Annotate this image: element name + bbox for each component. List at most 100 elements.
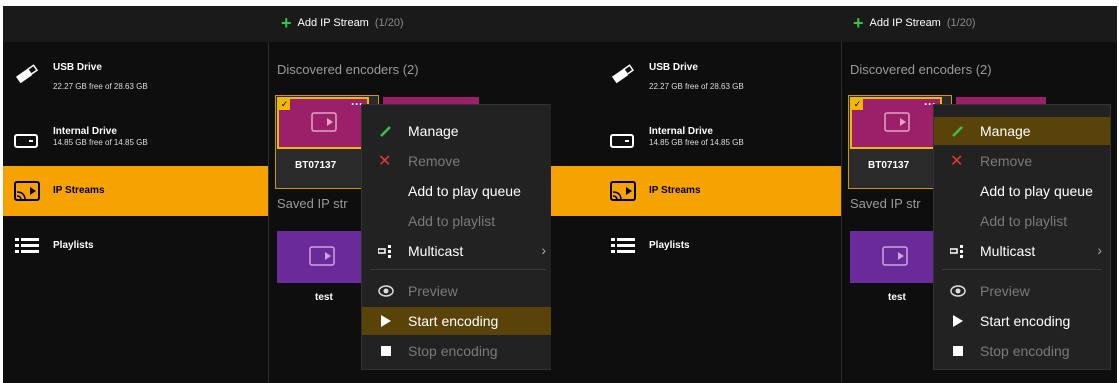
close-icon: ✕ [950, 153, 964, 170]
menu-item-manage[interactable]: Manage [362, 117, 554, 145]
hard-drive-icon [610, 134, 634, 148]
section-saved-streams: Saved IP str [277, 196, 348, 211]
sidebar-item-playlists[interactable]: Playlists [3, 232, 268, 262]
sidebar-item-internal[interactable]: Internal Drive 14.85 GB free of 14.85 GB [551, 116, 816, 156]
chevron-right-icon: › [541, 242, 546, 258]
top-bar: + Add IP Stream (1/20) [551, 6, 1117, 42]
menu-label: Manage [980, 123, 1031, 139]
section-discovered-encoders: Discovered encoders (2) [277, 62, 419, 77]
menu-label: Add to play queue [408, 183, 521, 199]
eye-icon [378, 285, 394, 297]
menu-label: Remove [980, 153, 1033, 169]
encoder-name: BT07137 [868, 160, 910, 171]
top-bar: + Add IP Stream (1/20) [3, 6, 569, 42]
menu-item-stop-encoding[interactable]: Stop encoding [934, 337, 1110, 365]
menu-item-add-to-playlist[interactable]: Add to playlist [362, 207, 554, 235]
menu-separator [942, 269, 1102, 270]
encoder-checkbox[interactable]: ✓ [279, 99, 290, 110]
menu-item-multicast[interactable]: Multicast › [934, 237, 1110, 265]
play-icon [953, 315, 963, 327]
sidebar: USB Drive 22.27 GB free of 28.63 GB Inte… [3, 42, 268, 383]
context-menu: Manage ✕ Remove Add to play queue Add to… [933, 104, 1111, 370]
sidebar-item-usb[interactable]: USB Drive 22.27 GB free of 28.63 GB [3, 52, 268, 102]
stop-icon [953, 346, 963, 356]
menu-label: Stop encoding [980, 343, 1070, 359]
stream-thumbnail-icon [311, 112, 337, 132]
stream-count: (1/20) [946, 17, 976, 29]
saved-stream-name: test [888, 292, 906, 303]
sidebar-item-label: USB Drive [53, 62, 102, 73]
menu-item-manage[interactable]: Manage [934, 117, 1110, 145]
stream-thumbnail-icon [882, 246, 908, 266]
menu-item-remove[interactable]: ✕ Remove [362, 147, 554, 175]
menu-item-multicast[interactable]: Multicast › [362, 237, 554, 265]
menu-item-start-encoding[interactable]: Start encoding [934, 307, 1110, 335]
usb-free-space: 22.27 GB free of 28.63 GB [53, 82, 148, 91]
menu-label: Preview [408, 283, 458, 299]
close-icon: ✕ [378, 153, 392, 170]
plus-icon: + [281, 13, 292, 33]
plus-icon: + [853, 13, 864, 33]
sidebar-item-ip-streams[interactable]: IP Streams [3, 166, 268, 216]
stop-icon [381, 346, 391, 356]
menu-item-start-encoding[interactable]: Start encoding [362, 307, 554, 335]
stream-count: (1/20) [374, 17, 404, 29]
encoder-checkbox[interactable]: ✓ [852, 99, 863, 110]
sidebar-item-playlists[interactable]: Playlists [551, 232, 816, 262]
stream-thumbnail-icon [884, 112, 910, 132]
internal-free-space: 14.85 GB free of 14.85 GB [53, 138, 148, 147]
sidebar-item-label: Playlists [53, 240, 94, 251]
menu-item-remove[interactable]: ✕ Remove [934, 147, 1110, 175]
menu-label: Multicast [980, 243, 1036, 259]
playlist-icon [15, 238, 39, 253]
saved-stream-name: test [315, 292, 333, 303]
usb-icon [15, 64, 39, 84]
saved-stream-tile[interactable] [850, 231, 942, 283]
menu-label: Start encoding [408, 313, 499, 329]
menu-item-stop-encoding[interactable]: Stop encoding [362, 337, 554, 365]
playlist-icon [611, 238, 635, 253]
encoder-name: BT07137 [295, 160, 337, 171]
usb-free-space: 22.27 GB free of 28.63 GB [649, 82, 744, 91]
pencil-icon [380, 126, 391, 137]
stream-thumbnail-icon [309, 246, 335, 266]
menu-label: Preview [980, 283, 1030, 299]
sidebar-item-internal[interactable]: Internal Drive 14.85 GB free of 14.85 GB [3, 116, 268, 156]
chevron-right-icon: › [1097, 242, 1102, 258]
sidebar-item-label: IP Streams [53, 185, 105, 196]
menu-item-add-to-playlist[interactable]: Add to playlist [934, 207, 1110, 235]
menu-item-preview[interactable]: Preview [934, 277, 1110, 305]
sidebar-item-label: IP Streams [649, 185, 701, 196]
menu-item-preview[interactable]: Preview [362, 277, 554, 305]
add-ip-stream-label: Add IP Stream [869, 17, 941, 29]
ip-stream-icon [610, 181, 636, 201]
add-ip-stream-button[interactable]: + Add IP Stream (1/20) [281, 13, 404, 33]
menu-label: Manage [408, 123, 459, 139]
eye-icon [950, 285, 966, 297]
sidebar-item-usb[interactable]: USB Drive 22.27 GB free of 28.63 GB [551, 52, 816, 102]
sidebar-item-label: USB Drive [649, 62, 698, 73]
sidebar-item-label: Internal Drive [53, 126, 117, 137]
menu-label: Add to play queue [980, 183, 1093, 199]
play-icon [381, 315, 391, 327]
menu-item-add-to-play-queue[interactable]: Add to play queue [934, 177, 1110, 205]
usb-icon [611, 64, 635, 84]
section-discovered-encoders: Discovered encoders (2) [850, 62, 992, 77]
saved-stream-tile[interactable] [277, 231, 369, 283]
multicast-icon [950, 245, 963, 258]
menu-label: Multicast [408, 243, 464, 259]
menu-label: Add to playlist [408, 213, 496, 229]
menu-separator [370, 269, 546, 270]
hard-drive-icon [14, 134, 38, 148]
multicast-icon [378, 245, 391, 258]
menu-label: Remove [408, 153, 461, 169]
sidebar-item-label: Internal Drive [649, 126, 713, 137]
menu-label: Start encoding [980, 313, 1071, 329]
sidebar-item-ip-streams[interactable]: IP Streams [551, 166, 841, 216]
screenshot-left: + Add IP Stream (1/20) USB Drive 22.27 G… [3, 6, 569, 383]
add-ip-stream-button[interactable]: + Add IP Stream (1/20) [853, 13, 976, 33]
menu-item-add-to-play-queue[interactable]: Add to play queue [362, 177, 554, 205]
sidebar: USB Drive 22.27 GB free of 28.63 GB Inte… [551, 42, 841, 383]
internal-free-space: 14.85 GB free of 14.85 GB [649, 138, 744, 147]
ip-stream-icon [14, 181, 40, 201]
